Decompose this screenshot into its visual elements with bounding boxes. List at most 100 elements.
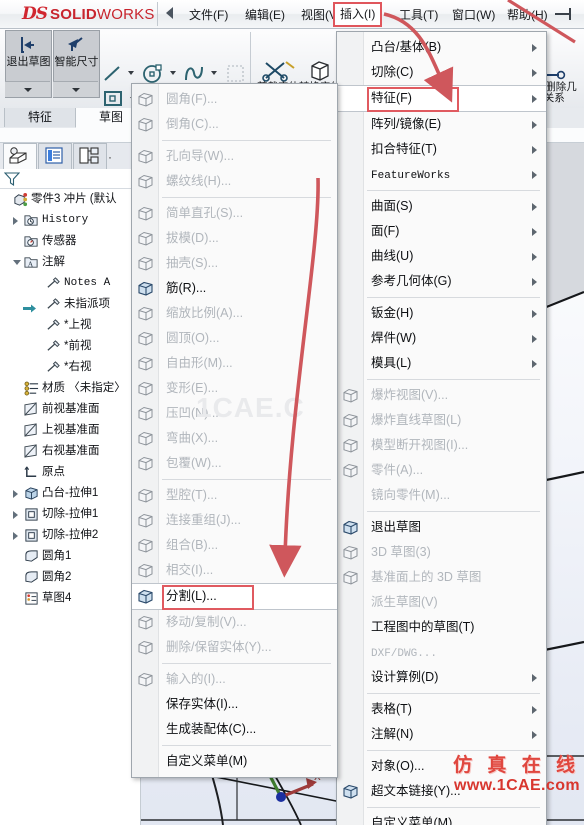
menu-item[interactable]: 生成装配体(C)...: [132, 717, 337, 742]
explode-view-icon: [343, 388, 358, 403]
freeform-icon: [138, 356, 153, 371]
expander-closed-icon[interactable]: [13, 532, 18, 540]
exit-sketch-button[interactable]: 退出草图: [5, 30, 52, 98]
menu-item-label: 组合(B)...: [166, 538, 219, 552]
tree-item[interactable]: 传感器: [0, 231, 140, 252]
feature-tree[interactable]: 零件3 冲片 (默认 History 传感器 A 注解 Notes A 未指派项 *上视 *前视…: [0, 189, 140, 825]
tree-item-label: 草图4: [42, 592, 72, 604]
history-icon: [24, 213, 39, 228]
tree-item[interactable]: 材质 〈未指定〉: [0, 378, 140, 399]
exit-sketch-dropdown[interactable]: [5, 81, 50, 97]
tree-item[interactable]: 凸台-拉伸1: [0, 483, 140, 504]
expander-open-icon[interactable]: [13, 260, 21, 269]
menu-item[interactable]: 工程图中的草图(T): [337, 615, 546, 640]
menu-item[interactable]: 分割(L)...: [132, 583, 337, 610]
tree-item[interactable]: *前视: [0, 336, 140, 357]
pin-icon[interactable]: [555, 8, 575, 20]
tree-item[interactable]: *上视: [0, 315, 140, 336]
tree-item[interactable]: Notes A: [0, 273, 140, 294]
menu-item-label: 工程图中的草图(T): [371, 620, 475, 634]
menu-help[interactable]: 帮助(H): [503, 5, 552, 25]
tree-item[interactable]: *右视: [0, 357, 140, 378]
menu-item[interactable]: 钣金(H): [337, 301, 546, 326]
menu-item[interactable]: 保存实体(I)...: [132, 692, 337, 717]
tree-item[interactable]: 右视基准面: [0, 441, 140, 462]
menu-edit[interactable]: 编辑(E): [241, 5, 289, 25]
circle-tool-icon[interactable]: [141, 62, 165, 85]
tree-item[interactable]: 圆角2: [0, 567, 140, 588]
expander-closed-icon[interactable]: [13, 490, 18, 498]
tree-item-label: History: [42, 214, 89, 226]
menu-item-label: 切除(C): [371, 65, 414, 79]
menu-item[interactable]: 焊件(W): [337, 326, 546, 351]
feature-tree-tab[interactable]: [3, 143, 37, 170]
property-manager-tab[interactable]: [38, 143, 72, 170]
menu-item[interactable]: 退出草图: [337, 515, 546, 540]
tree-item-label: 凸台-拉伸1: [42, 487, 99, 499]
menu-item-label: 参考几何体(G): [371, 274, 452, 288]
submenu-arrow-icon: [532, 253, 537, 261]
more-tabs-icon[interactable]: ·: [108, 150, 112, 164]
menu-item[interactable]: 曲面(S): [337, 194, 546, 219]
rectangle-tool-icon[interactable]: [102, 88, 126, 110]
expander-closed-icon[interactable]: [13, 511, 18, 519]
smart-dimension-button[interactable]: 智能尺寸: [53, 30, 100, 98]
menu-item[interactable]: FeatureWorks: [337, 162, 546, 187]
explode-sketch-icon: [343, 413, 358, 428]
menu-item[interactable]: 曲线(U): [337, 244, 546, 269]
expander-closed-icon[interactable]: [13, 217, 18, 225]
menu-window[interactable]: 窗口(W): [448, 5, 499, 25]
menu-item-label: 基准面上的 3D 草图: [371, 570, 482, 584]
menu-item[interactable]: 模具(L): [337, 351, 546, 376]
menu-item[interactable]: 自定义菜单(M): [132, 749, 337, 774]
tree-item-label: 传感器: [42, 235, 77, 247]
feature-filter-bar[interactable]: [0, 169, 140, 189]
configuration-manager-tab[interactable]: [73, 143, 107, 170]
menu-item[interactable]: 特征(F): [337, 85, 546, 112]
menu-item[interactable]: 扣合特征(T): [337, 137, 546, 162]
logo-solid: SOLID: [50, 5, 97, 23]
smart-dimension-dropdown[interactable]: [53, 81, 98, 97]
menu-item[interactable]: 阵列/镜像(E): [337, 112, 546, 137]
tree-item[interactable]: 原点: [0, 462, 140, 483]
3dsketch-tool-icon[interactable]: [224, 62, 248, 85]
menu-item: 包覆(W)...: [132, 451, 337, 476]
tree-item[interactable]: 未指派项: [0, 294, 140, 315]
menu-item[interactable]: 表格(T): [337, 697, 546, 722]
menu-item[interactable]: 注解(N): [337, 722, 546, 747]
exit-sketch-label: 退出草图: [6, 56, 51, 68]
menu-item[interactable]: 面(F): [337, 219, 546, 244]
menu-item[interactable]: 自定义菜单(M): [337, 811, 546, 825]
tree-item[interactable]: 切除-拉伸2: [0, 525, 140, 546]
menu-item[interactable]: 参考几何体(G): [337, 269, 546, 294]
tree-item[interactable]: History: [0, 210, 140, 231]
tree-item[interactable]: 切除-拉伸1: [0, 504, 140, 525]
menu-item-label: 面(F): [371, 224, 400, 238]
tree-item[interactable]: 零件3 冲片 (默认: [0, 189, 140, 210]
tree-item[interactable]: A 注解: [0, 252, 140, 273]
tree-item[interactable]: 上视基准面: [0, 420, 140, 441]
tab-features[interactable]: 特征: [4, 108, 76, 127]
tree-item-label: 零件3 冲片 (默认: [31, 193, 117, 205]
tree-item[interactable]: 草图4: [0, 588, 140, 609]
line-tool-icon[interactable]: [102, 64, 124, 84]
tree-item[interactable]: 圆角1: [0, 546, 140, 567]
left-arrow-icon[interactable]: [166, 7, 173, 19]
insert-dropdown-menu[interactable]: 凸台/基体(B) 切除(C) 特征(F) 阵列/镜像(E) 扣合特征(T) Feature…: [336, 31, 547, 825]
circle-tool-dropdown[interactable]: [170, 71, 176, 75]
hyperlink-icon: [343, 784, 358, 799]
menu-tools[interactable]: 工具(T): [395, 5, 442, 25]
menu-item[interactable]: 切除(C): [337, 60, 546, 85]
menu-insert[interactable]: 插入(I): [333, 2, 383, 27]
feature-submenu[interactable]: 圆角(F)... 倒角(C)... 孔向导(W)... 螺纹线(H)... 简单直孔(S…: [131, 83, 338, 778]
menu-separator: [367, 693, 540, 694]
smart-dimension-icon: [68, 37, 83, 51]
spline-tool-icon[interactable]: [183, 62, 207, 85]
menu-item[interactable]: 筋(R)...: [132, 276, 337, 301]
line-tool-dropdown[interactable]: [128, 71, 134, 75]
tree-item[interactable]: 前视基准面: [0, 399, 140, 420]
menu-item[interactable]: 凸台/基体(B): [337, 35, 546, 60]
menu-item[interactable]: 设计算例(D): [337, 665, 546, 690]
spline-tool-dropdown[interactable]: [211, 71, 217, 75]
menu-file[interactable]: 文件(F): [185, 5, 232, 25]
